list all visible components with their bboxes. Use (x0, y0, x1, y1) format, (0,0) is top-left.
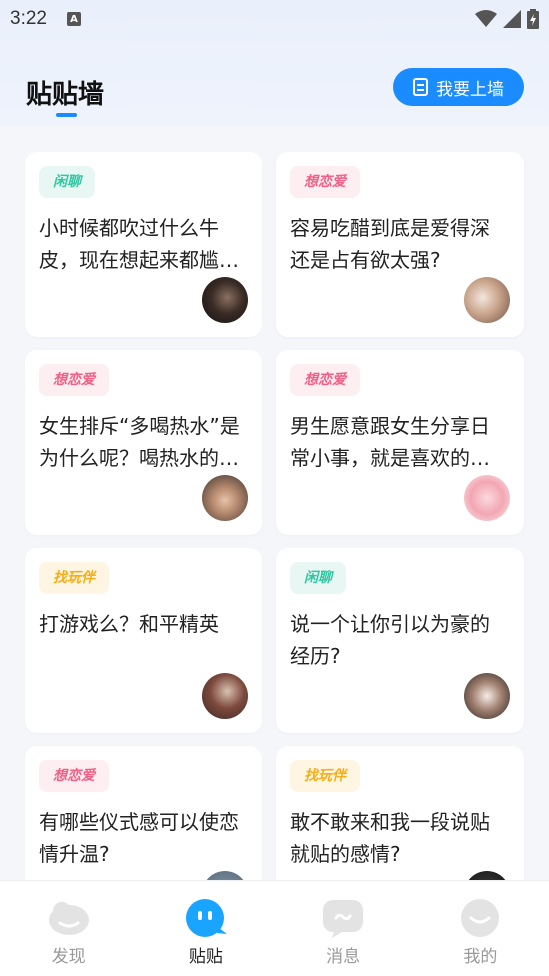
post-tag: 想恋爱 (290, 364, 360, 396)
post-card[interactable]: 找玩伴 打游戏么？和平精英 (25, 548, 262, 733)
nav-item-me[interactable]: 我的 (412, 881, 549, 976)
post-to-wall-label: 我要上墙 (436, 79, 504, 100)
avatar[interactable] (202, 277, 248, 323)
nav-label: 消息 (326, 947, 361, 967)
page-title: 贴贴墙 (26, 80, 105, 110)
post-grid: 闲聊 小时候都吹过什么牛皮，现在想起来都尴尬死了 想恋爱 容易吃醋到底是爱得深还… (25, 152, 524, 931)
avatar[interactable] (202, 673, 248, 719)
status-time: 3:22 (10, 8, 47, 29)
cloud-icon (46, 898, 92, 938)
post-tag: 闲聊 (290, 562, 346, 594)
status-bar: 3:22 A (0, 0, 549, 38)
battery-icon (527, 9, 539, 29)
nav-label: 发现 (51, 947, 86, 967)
avatar[interactable] (464, 475, 510, 521)
post-text: 容易吃醋到底是爱得深还是占有欲太强? (290, 216, 490, 272)
document-icon (413, 78, 428, 96)
signal-icon (503, 10, 521, 28)
post-text: 说一个让你引以为豪的经历? (290, 612, 490, 668)
chat-icon (320, 898, 366, 938)
post-card[interactable]: 闲聊 小时候都吹过什么牛皮，现在想起来都尴尬死了 (25, 152, 262, 337)
post-tag: 闲聊 (39, 166, 95, 198)
nav-item-tietie[interactable]: 贴贴 (137, 881, 274, 976)
post-card[interactable]: 想恋爱 女生排斥“多喝热水”是为什么呢？喝热水的好处 (25, 350, 262, 535)
nav-label: 我的 (463, 947, 498, 967)
post-tag: 找玩伴 (39, 562, 109, 594)
avatar[interactable] (464, 673, 510, 719)
post-tag: 想恋爱 (39, 760, 109, 792)
smile-bubble-icon (183, 898, 229, 938)
post-tag: 想恋爱 (39, 364, 109, 396)
nav-label: 贴贴 (188, 947, 223, 967)
post-text: 打游戏么？和平精英 (39, 612, 219, 636)
post-card[interactable]: 闲聊 说一个让你引以为豪的经历? (276, 548, 524, 733)
wifi-icon (475, 10, 497, 27)
title-underline (56, 113, 77, 117)
bottom-nav: 发现 贴贴 消息 我的 (0, 880, 549, 976)
notification-a-icon: A (66, 12, 81, 26)
nav-item-discover[interactable]: 发现 (0, 881, 137, 976)
page-header: 贴贴墙 我要上墙 (0, 60, 549, 120)
post-text: 女生排斥“多喝热水”是为什么呢？喝热水的好处 (39, 414, 240, 470)
post-text: 小时候都吹过什么牛皮，现在想起来都尴尬死了 (39, 216, 239, 272)
avatar[interactable] (464, 277, 510, 323)
post-card[interactable]: 想恋爱 男生愿意跟女生分享日常小事，就是喜欢的表现吗 (276, 350, 524, 535)
profile-icon (457, 898, 503, 938)
post-card[interactable]: 想恋爱 容易吃醋到底是爱得深还是占有欲太强? (276, 152, 524, 337)
avatar[interactable] (202, 475, 248, 521)
status-right-icons (475, 9, 539, 29)
post-to-wall-button[interactable]: 我要上墙 (393, 68, 524, 106)
nav-item-messages[interactable]: 消息 (275, 881, 412, 976)
post-text: 有哪些仪式感可以使恋情升温? (39, 810, 239, 866)
post-text: 男生愿意跟女生分享日常小事，就是喜欢的表现吗 (290, 414, 490, 470)
post-text: 敢不敢来和我一段说贴就贴的感情? (290, 810, 490, 866)
post-tag: 想恋爱 (290, 166, 360, 198)
post-tag: 找玩伴 (290, 760, 360, 792)
